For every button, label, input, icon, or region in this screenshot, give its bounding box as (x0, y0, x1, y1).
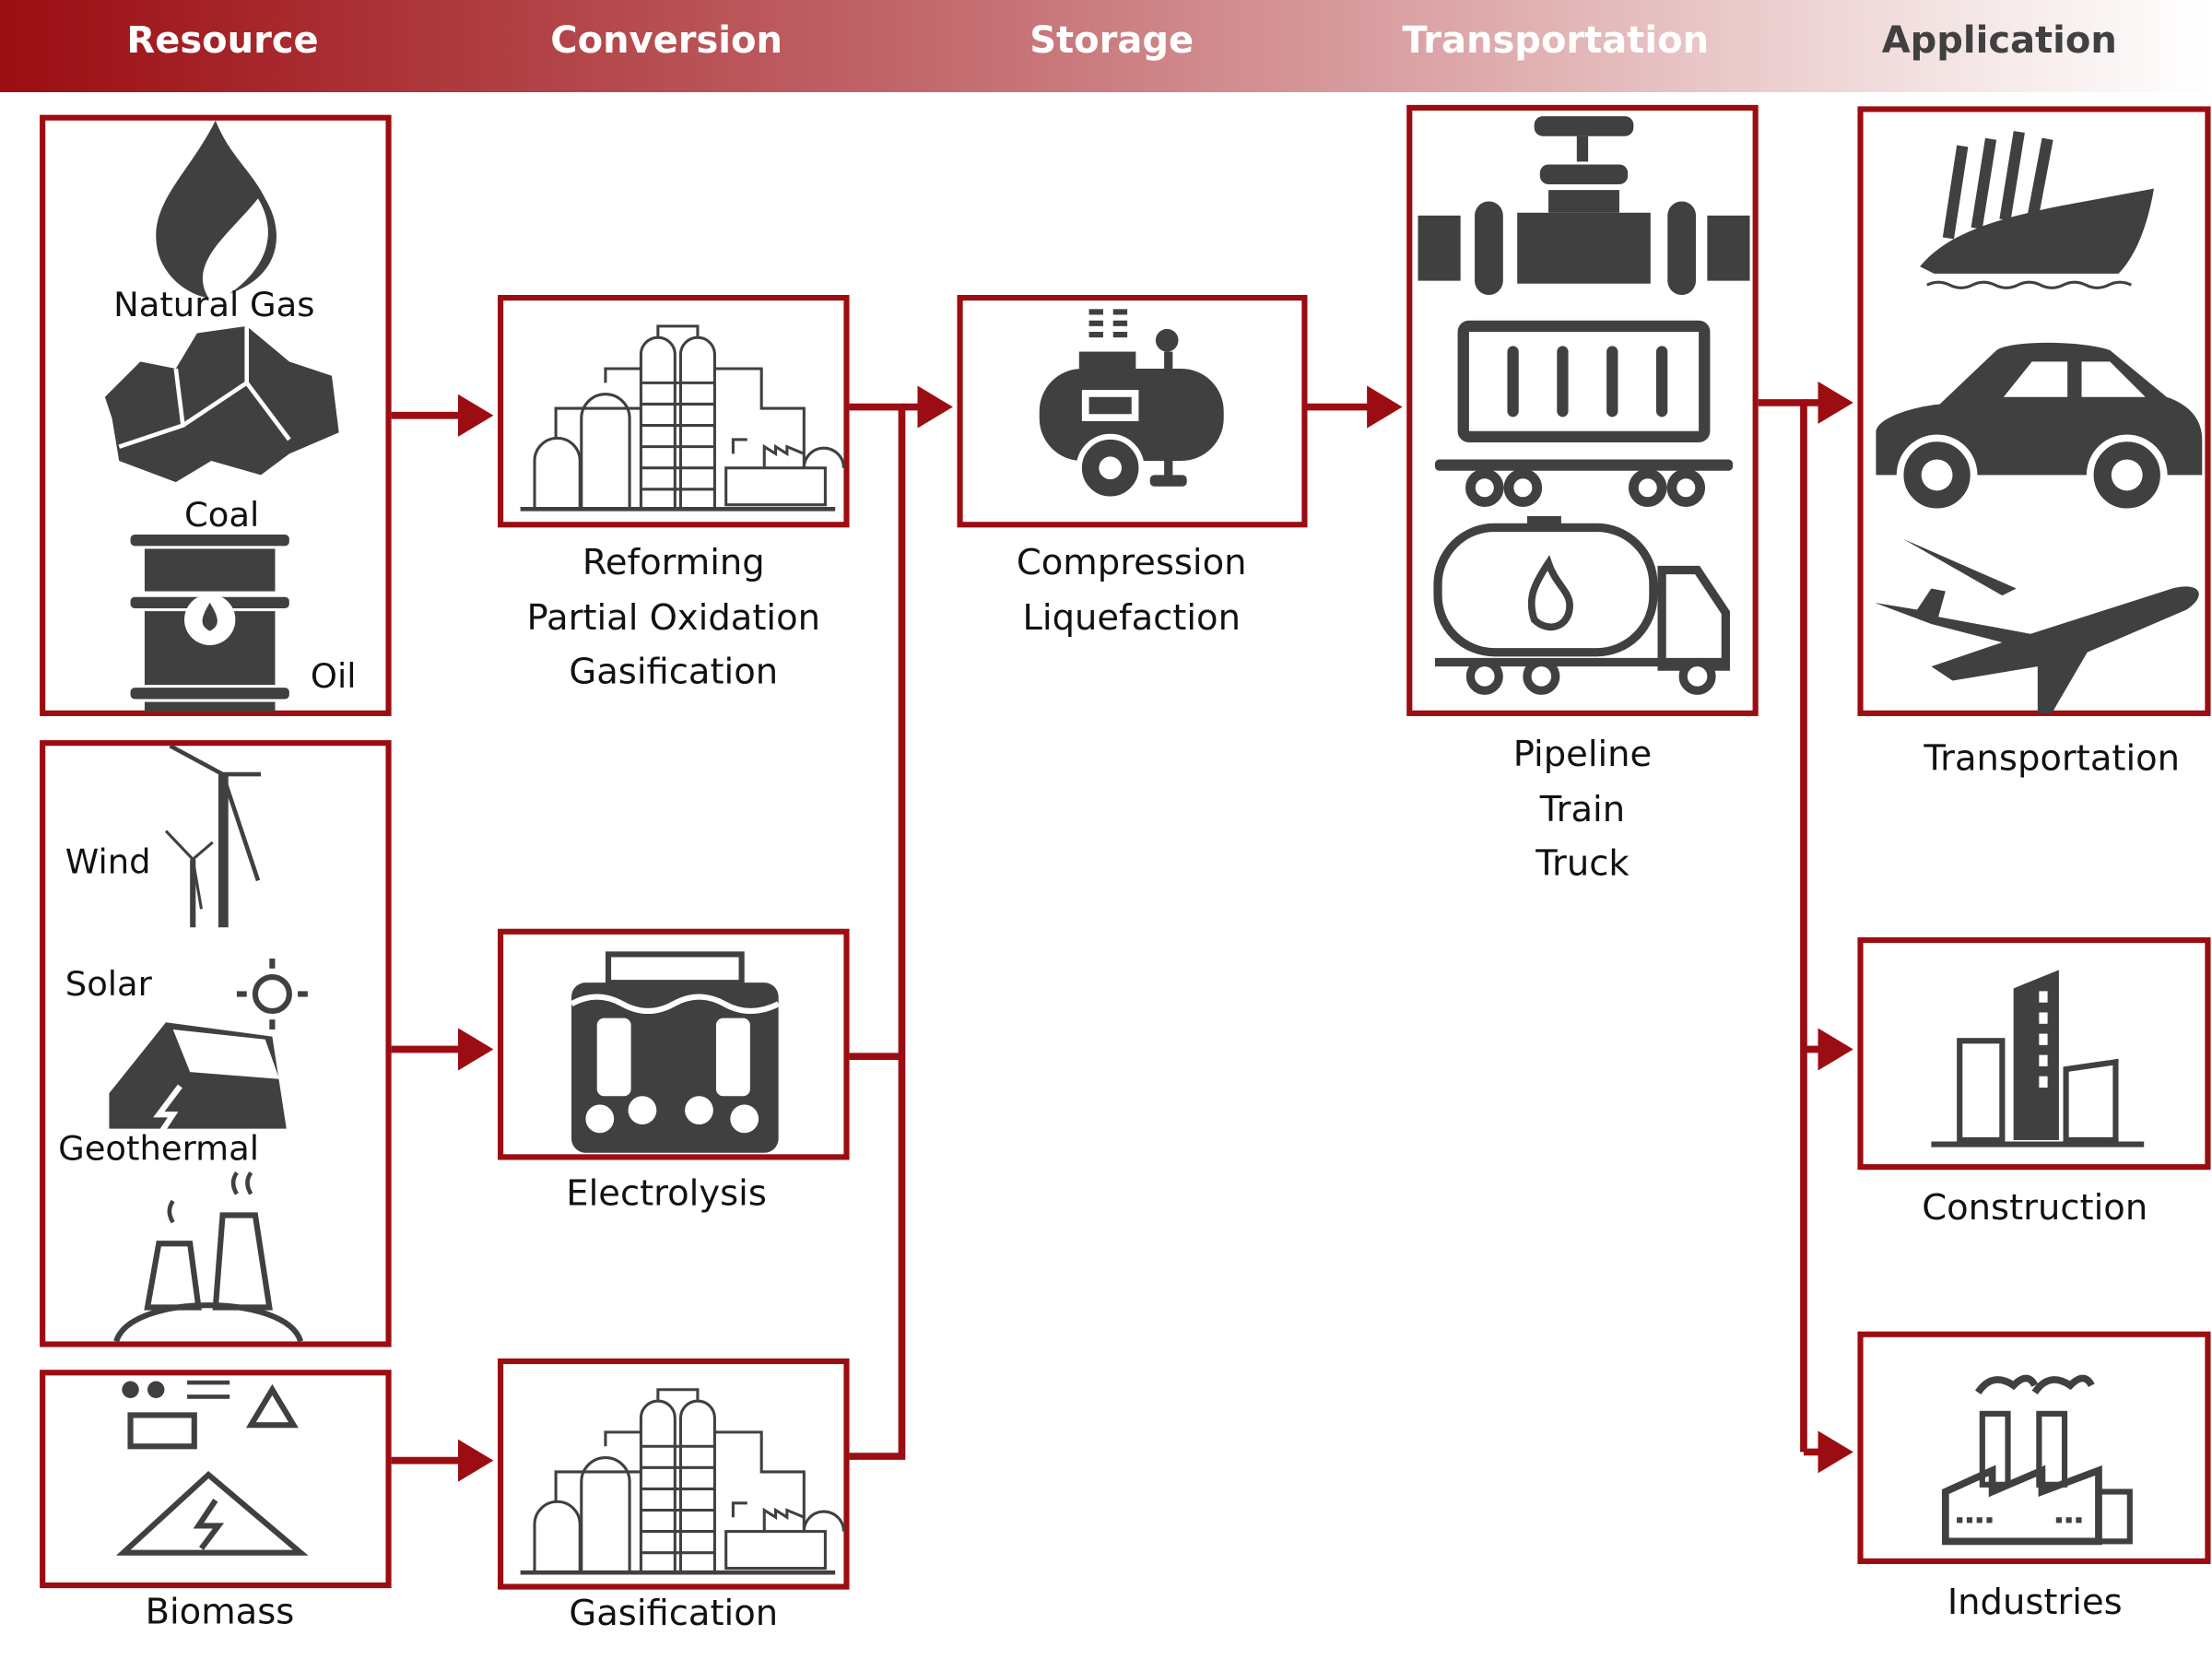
oil-barrel-icon (130, 535, 289, 712)
buildings-icon (1931, 970, 2145, 1147)
gasification-box (498, 1358, 850, 1590)
label-storage-methods: Compression Liquefaction (1017, 536, 1247, 645)
coal-icon (104, 325, 339, 483)
label-geothermal: Geothermal (58, 1128, 259, 1169)
label-partial-oxidation: Partial Oxidation (526, 595, 821, 638)
flame-icon (156, 120, 276, 299)
label-train: Train (1539, 787, 1626, 830)
label-gasification: Gasification (569, 1592, 779, 1634)
compressor-tank-icon (1039, 309, 1224, 502)
electrolysis-box (498, 928, 850, 1160)
train-wagon-icon (1434, 320, 1734, 508)
car-icon (1876, 342, 2203, 516)
ship-icon (1920, 131, 2154, 289)
fossil-resource-box: Natural Gas Coal Oil (40, 114, 392, 716)
label-truck: Truck (1535, 841, 1630, 884)
industries-box (1857, 1331, 2211, 1564)
label-thermal-conversion: Reforming Partial Oxidation Gasification (527, 536, 820, 700)
label-reforming: Reforming (582, 541, 765, 583)
refinery-icon (520, 324, 845, 512)
transportation-box (1406, 104, 1759, 716)
label-compression: Compression (1016, 541, 1247, 583)
label-electrolysis: Electrolysis (566, 1172, 767, 1214)
pipeline-valve-icon (1418, 116, 1750, 296)
biomass-resource-box (40, 1370, 392, 1589)
label-oil: Oil (310, 656, 357, 697)
label-gasification-thermal: Gasification (569, 651, 779, 692)
label-app-transportation: Transportation (1924, 737, 2181, 779)
label-transport-modes: Pipeline Train Truck (1513, 727, 1653, 891)
label-coal: Coal (184, 494, 260, 535)
label-natural-gas: Natural Gas (113, 285, 315, 325)
refinery-icon (520, 1388, 845, 1575)
label-liquefaction: Liquefaction (1022, 595, 1241, 638)
label-biomass: Biomass (145, 1591, 295, 1632)
tanker-truck-icon (1433, 516, 1730, 695)
solar-house-icon (109, 959, 308, 1138)
label-wind: Wind (65, 841, 151, 882)
hydrogen-value-chain-diagram: Resource Conversion Storage Transportati… (0, 0, 2212, 1659)
label-pipeline: Pipeline (1512, 733, 1653, 775)
renewable-resource-box: Wind Solar Geothermal (40, 740, 392, 1347)
wind-turbine-icon (164, 744, 262, 928)
app-transportation-box (1857, 106, 2211, 716)
biomass-icon (115, 1380, 309, 1556)
label-industries: Industries (1947, 1581, 2123, 1623)
factory-icon (1941, 1374, 2133, 1546)
split-line-application (1755, 399, 1807, 1453)
reforming-box (498, 295, 850, 528)
storage-box (957, 295, 1308, 528)
label-construction: Construction (1922, 1186, 2148, 1229)
airplane-icon (1874, 538, 2199, 713)
electrolyzer-icon (570, 951, 781, 1153)
merge-line-conversion (846, 403, 906, 1460)
construction-box (1857, 936, 2211, 1171)
geothermal-plant-icon (113, 1171, 304, 1343)
